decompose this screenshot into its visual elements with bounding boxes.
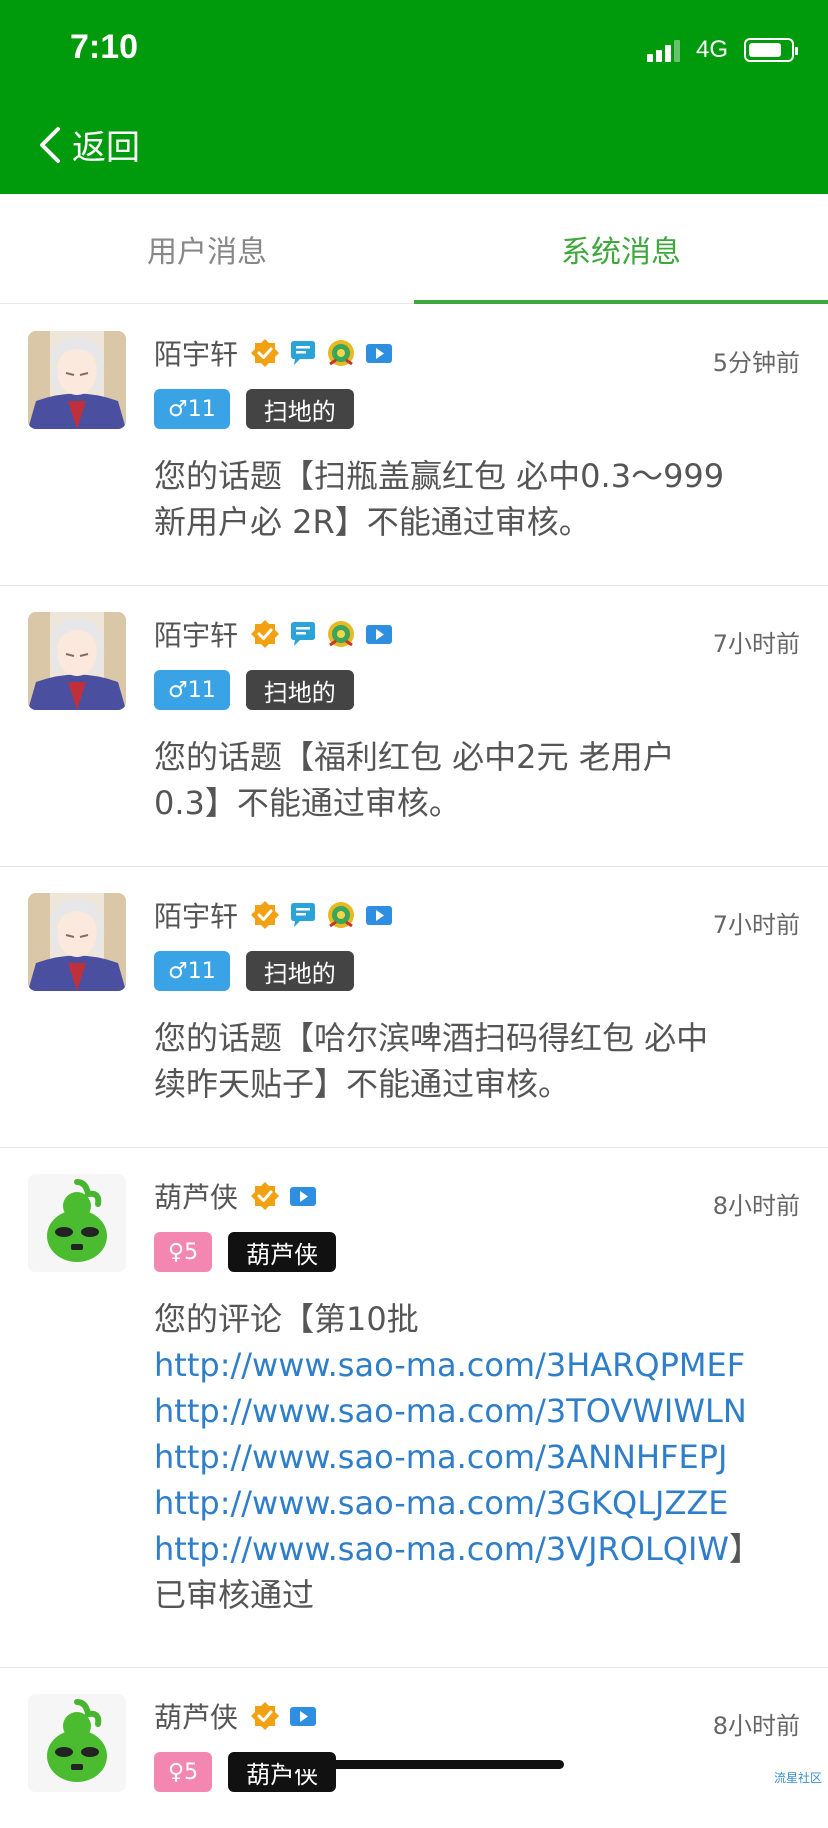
title-badge: 扫地的 bbox=[246, 670, 354, 710]
tab-system-messages[interactable]: 系统消息 bbox=[414, 194, 828, 303]
video-icon bbox=[364, 338, 394, 368]
network-type: 4G bbox=[696, 36, 728, 64]
medal-icon bbox=[326, 338, 356, 368]
message-content: 您的话题【哈尔滨啤酒扫码得红包 必中 续昨天贴子】不能通过审核。 bbox=[154, 1015, 800, 1107]
list-item[interactable]: 陌宇轩 5分钟前 ♂11 扫地的 您的话题【扫瓶盖赢红包 必中0.3～999 新… bbox=[0, 305, 828, 586]
user-name[interactable]: 陌宇轩 bbox=[154, 895, 238, 935]
verified-icon bbox=[250, 338, 280, 368]
avatar[interactable] bbox=[28, 331, 126, 429]
medal-icon bbox=[326, 900, 356, 930]
content-line: 您的话题【哈尔滨啤酒扫码得红包 必中 bbox=[154, 1015, 800, 1061]
title-badge: 扫地的 bbox=[246, 951, 354, 991]
content-line: 新用户必 2R】不能通过审核。 bbox=[154, 499, 800, 545]
timestamp: 5分钟前 bbox=[713, 343, 800, 378]
message-link[interactable]: http://www.sao-ma.com/3ANNHFEPJ bbox=[154, 1434, 800, 1480]
level-badge: ♂11 bbox=[154, 951, 230, 991]
tab-user-messages[interactable]: 用户消息 bbox=[0, 194, 414, 303]
video-icon bbox=[288, 1181, 318, 1211]
video-icon bbox=[288, 1701, 318, 1731]
user-name[interactable]: 陌宇轩 bbox=[154, 333, 238, 373]
chat-badge-icon bbox=[288, 619, 318, 649]
link-suffix: 】 bbox=[729, 1530, 761, 1568]
watermark: 流星社区 bbox=[774, 1769, 822, 1786]
message-link[interactable]: http://www.sao-ma.com/3HARQPMEF bbox=[154, 1342, 800, 1388]
verified-icon bbox=[250, 1701, 280, 1731]
list-item[interactable]: 葫芦侠 8小时前 ♀5 葫芦侠 bbox=[0, 1668, 828, 1828]
verified-icon bbox=[250, 900, 280, 930]
list-item[interactable]: 葫芦侠 8小时前 ♀5 葫芦侠 您的评论【第10批 http://www.sao… bbox=[0, 1148, 828, 1668]
message-content: 您的评论【第10批 http://www.sao-ma.com/3HARQPME… bbox=[154, 1296, 800, 1618]
user-name[interactable]: 陌宇轩 bbox=[154, 614, 238, 654]
chat-badge-icon bbox=[288, 338, 318, 368]
title-badge: 扫地的 bbox=[246, 389, 354, 429]
video-icon bbox=[364, 619, 394, 649]
level-badge: ♂11 bbox=[154, 389, 230, 429]
video-icon bbox=[364, 900, 394, 930]
content-line: http://www.sao-ma.com/3VJROLQIW】 bbox=[154, 1526, 800, 1572]
list-item[interactable]: 陌宇轩 7小时前 ♂11 扫地的 您的话题【福利红包 必中2元 老用户 0.3】… bbox=[0, 586, 828, 867]
level-badge: ♂11 bbox=[154, 670, 230, 710]
chevron-left-icon bbox=[36, 125, 62, 165]
user-name[interactable]: 葫芦侠 bbox=[154, 1696, 238, 1736]
title-badge: 葫芦侠 bbox=[228, 1752, 336, 1792]
home-indicator[interactable] bbox=[284, 1760, 564, 1769]
signal-icon bbox=[647, 38, 680, 62]
timestamp: 8小时前 bbox=[713, 1186, 800, 1221]
message-content: 您的话题【扫瓶盖赢红包 必中0.3～999 新用户必 2R】不能通过审核。 bbox=[154, 453, 800, 545]
timestamp: 7小时前 bbox=[713, 624, 800, 659]
content-line: 您的话题【扫瓶盖赢红包 必中0.3～999 bbox=[154, 453, 800, 499]
medal-icon bbox=[326, 619, 356, 649]
battery-icon bbox=[744, 38, 794, 62]
avatar[interactable] bbox=[28, 1694, 126, 1792]
back-button[interactable]: 返回 bbox=[36, 120, 140, 169]
message-tabs: 用户消息 系统消息 bbox=[0, 194, 828, 304]
status-icons: 4G bbox=[647, 36, 794, 64]
level-badge: ♀5 bbox=[154, 1232, 212, 1272]
title-badge: 葫芦侠 bbox=[228, 1232, 336, 1272]
avatar[interactable] bbox=[28, 1174, 126, 1272]
content-line: 您的话题【福利红包 必中2元 老用户 bbox=[154, 734, 800, 780]
message-link[interactable]: http://www.sao-ma.com/3GKQLJZZE bbox=[154, 1480, 800, 1526]
timestamp: 7小时前 bbox=[713, 905, 800, 940]
verified-icon bbox=[250, 1181, 280, 1211]
level-badge: ♀5 bbox=[154, 1752, 212, 1792]
message-content: 您的话题【福利红包 必中2元 老用户 0.3】不能通过审核。 bbox=[154, 734, 800, 826]
chat-badge-icon bbox=[288, 900, 318, 930]
avatar[interactable] bbox=[28, 893, 126, 991]
content-line: 您的评论【第10批 bbox=[154, 1296, 800, 1342]
message-link[interactable]: http://www.sao-ma.com/3TOVWIWLN bbox=[154, 1388, 800, 1434]
battery-fill bbox=[749, 43, 781, 57]
content-line: 续昨天贴子】不能通过审核。 bbox=[154, 1061, 800, 1107]
timestamp: 8小时前 bbox=[713, 1706, 800, 1741]
user-name[interactable]: 葫芦侠 bbox=[154, 1176, 238, 1216]
list-item[interactable]: 陌宇轩 7小时前 ♂11 扫地的 您的话题【哈尔滨啤酒扫码得红包 必中 续昨天贴… bbox=[0, 867, 828, 1148]
status-time: 7:10 bbox=[70, 28, 138, 67]
system-message-list: 陌宇轩 5分钟前 ♂11 扫地的 您的话题【扫瓶盖赢红包 必中0.3～999 新… bbox=[0, 305, 828, 1828]
back-label: 返回 bbox=[72, 120, 140, 169]
content-line: 已审核通过 bbox=[154, 1572, 800, 1618]
avatar[interactable] bbox=[28, 612, 126, 710]
message-link[interactable]: http://www.sao-ma.com/3VJROLQIW bbox=[154, 1530, 729, 1568]
content-line: 0.3】不能通过审核。 bbox=[154, 780, 800, 826]
verified-icon bbox=[250, 619, 280, 649]
app-header: 7:10 4G 返回 bbox=[0, 0, 828, 194]
